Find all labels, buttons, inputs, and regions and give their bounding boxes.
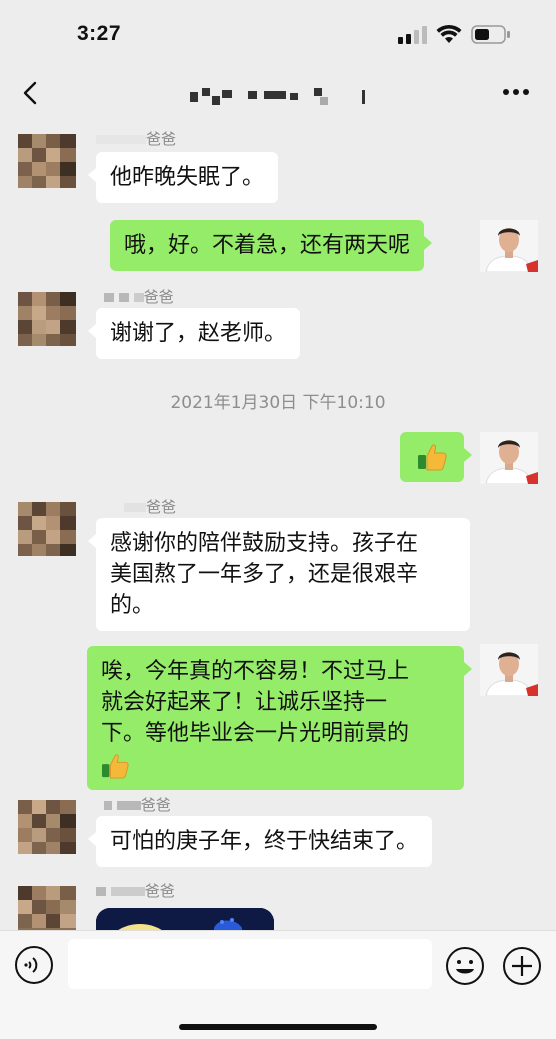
contact-avatar[interactable] [18,134,76,188]
timestamp: 2021年1月30日 下午10:10 [170,393,386,413]
contact-avatar[interactable] [18,800,76,854]
incoming-message[interactable]: 他昨晚失眠了。 [87,152,279,203]
sender-name: 爸爸 [104,794,171,814]
contact-avatar[interactable] [18,292,76,346]
thumbs-up-icon [102,754,129,779]
chevron-left-icon[interactable] [14,76,48,110]
incoming-message[interactable]: 可怕的庚子年，终于快结束了。 [87,816,433,867]
plus-icon[interactable] [501,945,543,987]
emoji-icon[interactable] [444,945,486,987]
my-avatar[interactable] [480,220,538,272]
message-line: 就会好起来了！让诚乐坚持一 [101,690,388,715]
image-message[interactable] [96,908,274,930]
sender-name: 爸爸 [96,880,175,900]
message-line: 美国熬了一年多了，还是很艰辛 [110,562,419,587]
outgoing-message[interactable] [400,432,472,482]
thumbs-up-icon [418,444,447,471]
sender-name: 爸爸 [104,286,174,306]
outgoing-message[interactable]: 唉，今年真的不容易！不过马上 就会好起来了！让诚乐坚持一 下。等他毕业会一片光明… [87,646,472,790]
home-indicator [179,1024,377,1030]
more-dots-icon[interactable] [498,80,538,104]
message-line: 的。 [110,593,155,618]
my-avatar[interactable] [480,432,538,484]
message-line: 唉，今年真的不容易！不过马上 [101,659,410,684]
incoming-message[interactable]: 感谢你的陪伴鼓励支持。孩子在 美国熬了一年多了，还是很艰辛 的。 [88,518,470,631]
outgoing-message[interactable]: 哦，好。不着急，还有两天呢 [110,220,433,271]
chat-title-redacted [190,88,370,106]
voice-icon[interactable] [14,945,54,985]
message-input[interactable] [68,939,432,989]
contact-avatar[interactable] [18,886,76,930]
sender-name: 爸爸 [124,496,176,516]
signal-icon [398,26,427,44]
nav-bar [0,68,556,118]
my-avatar[interactable] [480,644,538,696]
contact-avatar[interactable] [18,502,76,556]
sender-name: 爸爸 [96,128,176,148]
message-line: 感谢你的陪伴鼓励支持。孩子在 [110,531,419,556]
message-line: 下。等他毕业会一片光明前景的 [101,721,410,746]
input-bar [0,930,556,1039]
incoming-message[interactable]: 谢谢了，赵老师。 [87,308,301,359]
battery-icon [471,25,510,44]
status-time: 3:27 [77,22,122,45]
wifi-icon [436,24,462,43]
status-bar: 3:27 [0,0,556,68]
chat-messages[interactable]: 爸爸 他昨晚失眠了。 哦，好。不着急，还有两天呢 爸爸 谢谢了，赵老师。 202… [0,118,556,930]
